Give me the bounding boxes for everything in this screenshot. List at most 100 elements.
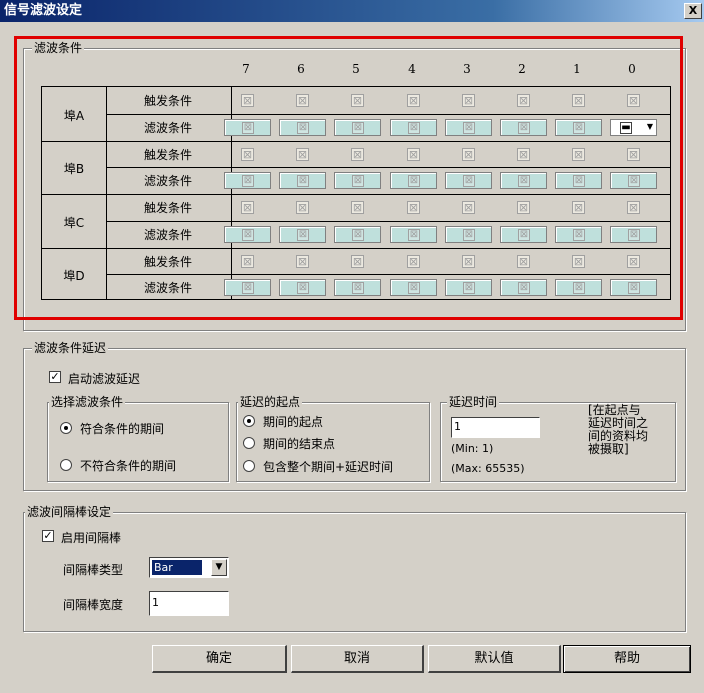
trigger-checkbox[interactable]: ⊠	[407, 94, 420, 107]
filter-condition-cell[interactable]: ⊠	[445, 172, 492, 190]
filter-checkbox-icon: ⊠	[242, 121, 254, 134]
filter-condition-cell[interactable]: ⊠	[555, 172, 602, 190]
filter-condition-cell[interactable]: ⊠	[500, 172, 547, 190]
trigger-checkbox[interactable]: ⊠	[517, 254, 530, 268]
filter-condition-label: 滤波条件	[143, 174, 192, 189]
trigger-checkbox[interactable]: ⊠	[407, 254, 420, 268]
filter-checkbox-icon: ⊠	[628, 228, 640, 241]
trigger-checkbox[interactable]: ⊠	[572, 94, 585, 107]
filter-condition-cell[interactable]: ⊠	[445, 118, 492, 136]
trigger-checkbox[interactable]: ⊠	[462, 147, 475, 161]
trigger-checkbox[interactable]: ⊠	[296, 147, 309, 161]
trigger-checkbox[interactable]: ⊠	[351, 94, 364, 107]
window-title: 信号滤波设定	[4, 3, 83, 18]
filter-condition-cell[interactable]: ⊠	[500, 225, 547, 243]
trigger-checkbox[interactable]: ⊠	[351, 147, 364, 161]
filter-condition-cell[interactable]: ⊠	[390, 279, 437, 297]
filter-condition-cell[interactable]: ▬ ▼	[610, 118, 657, 136]
enable-interval-checkbox[interactable]: ✓	[42, 530, 54, 542]
filter-condition-cell[interactable]: ⊠	[224, 279, 271, 297]
port-label: 埠C	[63, 215, 85, 230]
trigger-checkbox[interactable]: ⊠	[407, 201, 420, 214]
interval-type-select[interactable]: Bar ▼	[149, 557, 229, 578]
trigger-checkbox[interactable]: ⊠	[572, 201, 585, 214]
radio-match-period-label: 符合条件的期间	[80, 422, 165, 436]
filter-condition-cell[interactable]: ⊠	[334, 279, 381, 297]
filter-condition-cell[interactable]: ⊠	[334, 225, 381, 243]
trigger-checkbox[interactable]: ⊠	[627, 147, 640, 161]
interval-width-input[interactable]: 1	[149, 591, 229, 616]
radio-period-start[interactable]	[243, 415, 255, 427]
filter-condition-cell[interactable]: ⊠	[555, 279, 602, 297]
trigger-checkbox[interactable]: ⊠	[407, 147, 420, 161]
filter-condition-cell[interactable]: ⊠	[445, 279, 492, 297]
trigger-checkbox[interactable]: ⊠	[351, 254, 364, 268]
help-button[interactable]: 帮助	[563, 645, 691, 673]
filter-checkbox-icon: ⊠	[352, 121, 364, 134]
trigger-checkbox[interactable]: ⊠	[241, 147, 254, 161]
filter-condition-cell[interactable]: ⊠	[390, 225, 437, 243]
filter-condition-cell[interactable]: ⊠	[445, 225, 492, 243]
trigger-checkbox[interactable]: ⊠	[296, 94, 309, 107]
trigger-checkbox[interactable]: ⊠	[517, 201, 530, 214]
filter-condition-cell[interactable]: ⊠	[224, 225, 271, 243]
default-button[interactable]: 默认值	[428, 645, 561, 673]
filter-condition-cell[interactable]: ⊠	[224, 172, 271, 190]
trigger-checkbox[interactable]: ⊠	[462, 254, 475, 268]
filter-checkbox-icon: ⊠	[352, 282, 364, 295]
trigger-checkbox[interactable]: ⊠	[627, 254, 640, 268]
ok-button[interactable]: 确定	[152, 645, 287, 673]
filter-condition-cell[interactable]: ⊠	[334, 172, 381, 190]
filter-condition-cell[interactable]: ⊠	[279, 225, 326, 243]
filter-checkbox-icon: ⊠	[518, 175, 530, 188]
trigger-checkbox[interactable]: ⊠	[241, 94, 254, 107]
radio-match-period[interactable]	[60, 422, 72, 434]
filter-condition-cell[interactable]: ⊠	[279, 172, 326, 190]
trigger-checkbox[interactable]: ⊠	[241, 201, 254, 214]
trigger-checkbox[interactable]: ⊠	[517, 94, 530, 107]
filter-condition-cell[interactable]: ⊠	[500, 279, 547, 297]
trigger-checkbox[interactable]: ⊠	[627, 201, 640, 214]
filter-condition-cell[interactable]: ⊠	[555, 118, 602, 136]
filter-checkbox-icon: ⊠	[408, 175, 420, 188]
trigger-checkbox[interactable]: ⊠	[517, 147, 530, 161]
trigger-checkbox[interactable]: ⊠	[296, 201, 309, 214]
filter-condition-label: 滤波条件	[143, 281, 192, 296]
close-button[interactable]: X	[684, 3, 702, 19]
cancel-button[interactable]: 取消	[291, 645, 424, 673]
trigger-checkbox[interactable]: ⊠	[351, 201, 364, 214]
filter-condition-cell[interactable]: ⊠	[279, 279, 326, 297]
trigger-checkbox[interactable]: ⊠	[627, 94, 640, 107]
filter-checkbox-icon: ⊠	[352, 228, 364, 241]
chevron-down-icon[interactable]: ▼	[211, 559, 227, 576]
filter-checkbox-icon: ⊠	[408, 282, 420, 295]
radio-nonmatch-period[interactable]	[60, 459, 72, 471]
port-label: 埠A	[63, 108, 85, 123]
filter-condition-cell[interactable]: ⊠	[334, 118, 381, 136]
trigger-condition-label: 触发条件	[143, 254, 192, 269]
filter-condition-cell[interactable]: ⊠	[555, 225, 602, 243]
filter-condition-cell[interactable]: ⊠	[500, 118, 547, 136]
delay-time-input[interactable]: 1	[451, 417, 540, 438]
filter-condition-cell[interactable]: ⊠	[390, 172, 437, 190]
delay-time-legend: 延迟时间	[447, 394, 500, 410]
table-divider	[42, 140, 670, 142]
filter-condition-cell[interactable]: ⊠	[610, 172, 657, 190]
trigger-checkbox[interactable]: ⊠	[462, 94, 475, 107]
trigger-checkbox[interactable]: ⊠	[462, 201, 475, 214]
trigger-checkbox[interactable]: ⊠	[296, 254, 309, 268]
enable-delay-checkbox[interactable]: ✓	[49, 371, 61, 383]
filter-condition-cell[interactable]: ⊠	[224, 118, 271, 136]
filter-checkbox-icon: ⊠	[463, 175, 475, 188]
chevron-down-icon[interactable]: ▼	[647, 122, 653, 131]
trigger-checkbox[interactable]: ⊠	[572, 147, 585, 161]
filter-condition-cell[interactable]: ⊠	[610, 225, 657, 243]
trigger-checkbox[interactable]: ⊠	[241, 254, 254, 268]
trigger-checkbox[interactable]: ⊠	[572, 254, 585, 268]
radio-period-end[interactable]	[243, 437, 255, 449]
filter-condition-cell[interactable]: ⊠	[390, 118, 437, 136]
filter-condition-cell[interactable]: ⊠	[279, 118, 326, 136]
trigger-condition-label: 触发条件	[143, 94, 192, 108]
filter-condition-cell[interactable]: ⊠	[610, 279, 657, 297]
radio-whole-period[interactable]	[243, 460, 255, 472]
